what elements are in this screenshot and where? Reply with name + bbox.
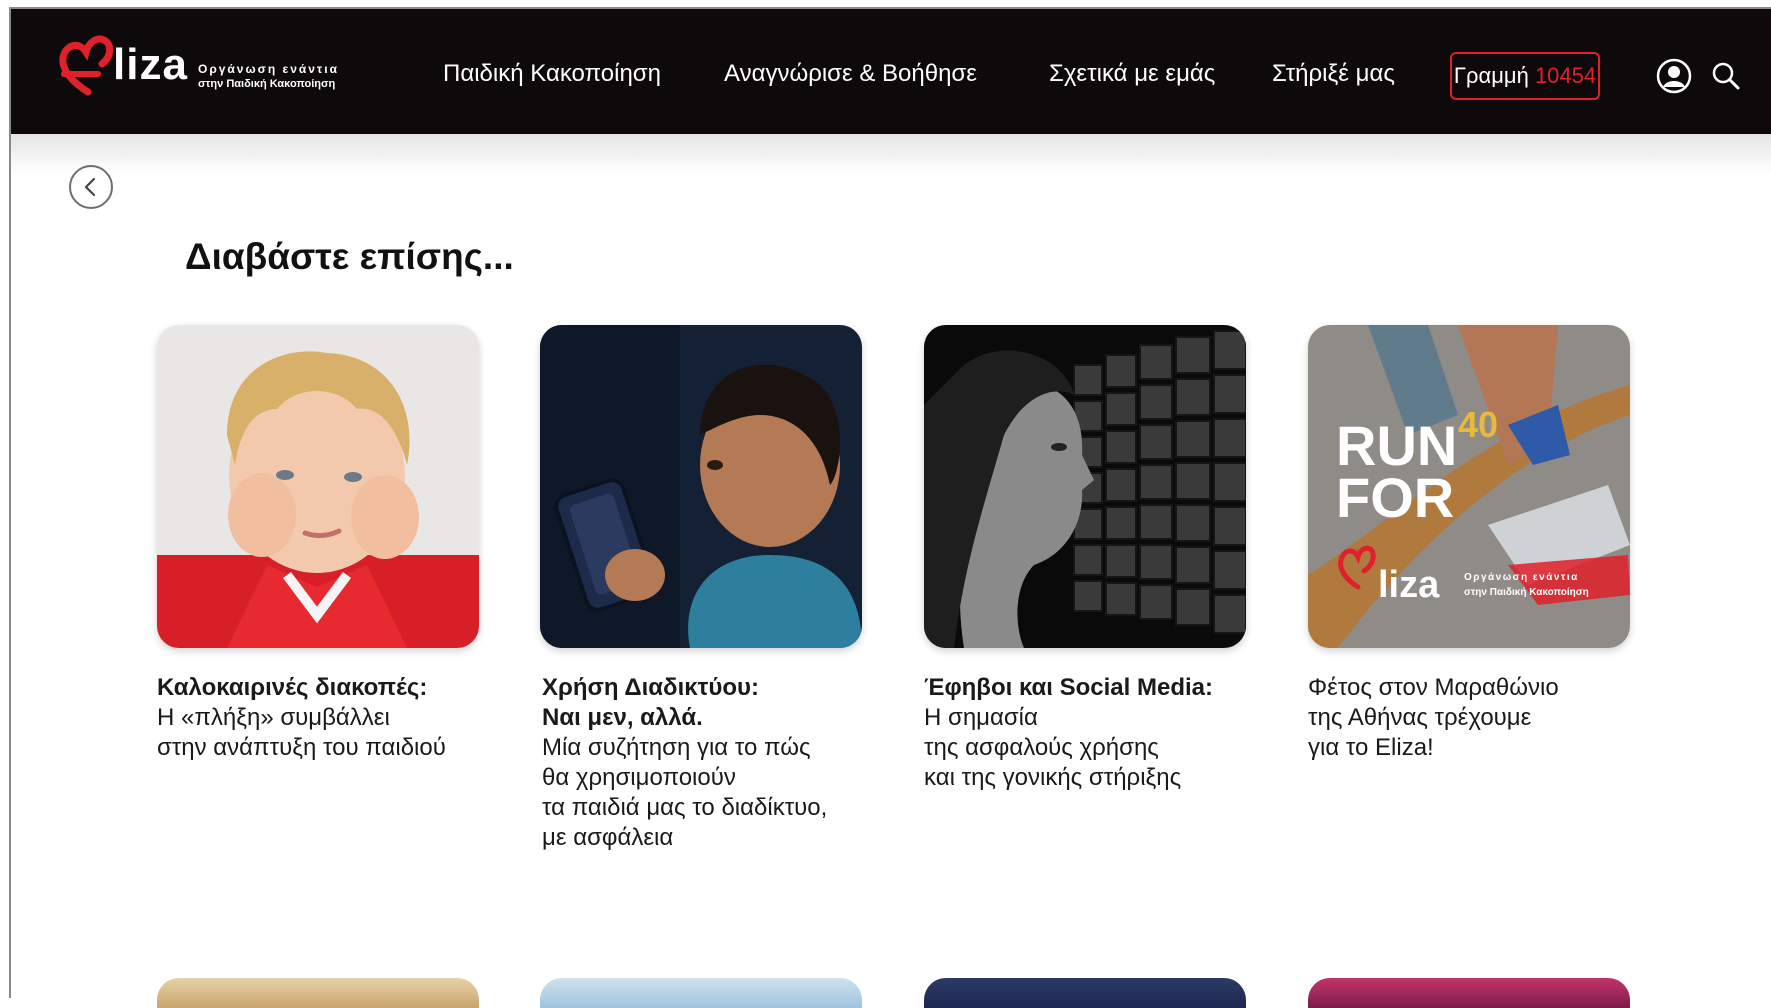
article-title: Φέτος στον Μαραθώνιο της Αθήνας τρέχουμε… <box>1308 674 1559 761</box>
article-teaser-internet-use[interactable]: Χρήση Διαδικτύου: Ναι μεν, αλλά. Μία συζ… <box>542 673 882 853</box>
article-image-athens-marathon[interactable]: RUN FOR 40 liza Οργάνωση ενάντια στην Πα… <box>1308 325 1630 648</box>
hotline-number: 10454 <box>1534 63 1597 88</box>
search-icon[interactable] <box>1708 58 1744 94</box>
logo-tagline-2: στην Παιδική Κακοποίηση <box>198 78 336 90</box>
card-logo-wordmark: liza <box>1378 564 1440 606</box>
article-image-next-3[interactable] <box>924 978 1246 1008</box>
article-teaser-athens-marathon[interactable]: Φέτος στον Μαραθώνιο της Αθήνας τρέχουμε… <box>1308 673 1648 763</box>
section-title: Διαβάστε επίσης... <box>185 236 514 277</box>
article-title: Έφηβοι και Social Media: <box>924 674 1213 701</box>
chevron-left-icon <box>84 177 96 197</box>
article-teaser-teens-social-media[interactable]: Έφηβοι και Social Media: Η σημασία της α… <box>924 673 1264 793</box>
article-image-next-2[interactable] <box>540 978 862 1008</box>
nav-item-about-us[interactable]: Σχετικά με εμάς <box>1049 60 1215 88</box>
article-image-teens-social-media[interactable] <box>924 325 1246 648</box>
hotline-button[interactable]: Γραμμή 10454 <box>1450 52 1600 100</box>
article-title: Καλοκαιρινές διακοπές: <box>157 674 428 701</box>
header-shadow <box>11 134 1771 174</box>
card-logo-tagline-1: Οργάνωση ενάντια <box>1464 572 1579 583</box>
article-image-summer-boredom[interactable] <box>157 325 479 648</box>
nav-item-recognize-help[interactable]: Αναγνώρισε & Βοήθησε <box>724 60 977 88</box>
back-button[interactable] <box>69 165 113 209</box>
article-description: Μία συζήτηση για το πώς θα χρησιμοποιούν… <box>542 734 828 851</box>
heart-logo-icon <box>59 35 114 96</box>
nav-item-child-abuse[interactable]: Παιδική Κακοποίηση <box>443 60 661 88</box>
article-image-internet-use[interactable] <box>540 325 862 648</box>
article-image-next-4[interactable] <box>1308 978 1630 1008</box>
article-image-next-1[interactable] <box>157 978 479 1008</box>
article-description: Η «πλήξη» συμβάλλει στην ανάπτυξη του πα… <box>157 704 446 761</box>
logo-tagline-1: Οργάνωση ενάντια <box>198 62 339 76</box>
logo-wordmark: liza <box>113 40 188 89</box>
site-logo[interactable]: liza Οργάνωση ενάντια στην Παιδική Κακοπ… <box>58 30 358 102</box>
article-teaser-summer-boredom[interactable]: Καλοκαιρινές διακοπές: Η «πλήξη» συμβάλλ… <box>157 673 497 763</box>
article-description: Η σημασία της ασφαλούς χρήσης και της γο… <box>924 704 1182 791</box>
hotline-label: Γραμμή <box>1453 63 1529 88</box>
marathon-badge: 40 <box>1458 404 1498 445</box>
article-title: Χρήση Διαδικτύου: Ναι μεν, αλλά. <box>542 674 759 731</box>
user-circle-icon[interactable] <box>1656 58 1692 94</box>
card-logo-tagline-2: στην Παιδική Κακοποίηση <box>1464 587 1589 598</box>
nav-item-support-us[interactable]: Στήριξέ μας <box>1272 60 1395 88</box>
run-for-text-line2: FOR <box>1336 466 1454 529</box>
